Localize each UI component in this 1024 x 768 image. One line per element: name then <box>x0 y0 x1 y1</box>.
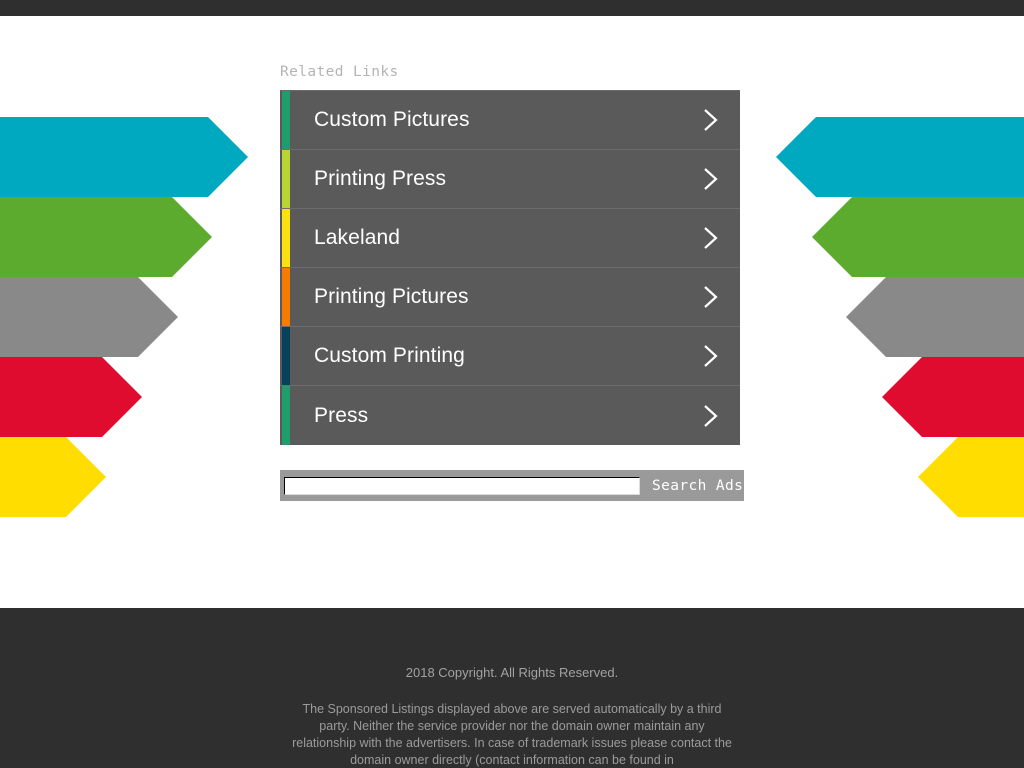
decor-band-left-3 <box>0 277 178 357</box>
chevron-right-icon <box>700 164 722 194</box>
disclaimer-text: The Sponsored Listings displayed above a… <box>292 702 732 767</box>
related-link-label: Custom Pictures <box>314 108 470 131</box>
related-links-panel: Custom Pictures Printing Press Lakeland <box>280 90 740 445</box>
related-link-label: Lakeland <box>314 226 401 249</box>
related-link-row-4[interactable]: Printing Pictures <box>280 268 740 327</box>
chevron-right-icon <box>700 223 722 253</box>
related-link-label: Custom Printing <box>314 344 465 367</box>
decor-band-right-4 <box>882 357 1024 437</box>
decor-band-right-2 <box>812 197 1024 277</box>
related-link-row-2[interactable]: Printing Press <box>280 150 740 209</box>
decor-band-right-1 <box>776 117 1024 197</box>
decor-band-right-3 <box>846 277 1024 357</box>
row-accent-bar <box>282 91 290 149</box>
chevron-right-icon <box>700 282 722 312</box>
decor-band-left-1 <box>0 117 248 197</box>
related-link-row-5[interactable]: Custom Printing <box>280 327 740 386</box>
related-link-row-6[interactable]: Press <box>280 386 740 445</box>
search-bar: Search Ads <box>280 470 744 501</box>
top-bar <box>0 0 1024 16</box>
row-accent-bar <box>282 150 290 208</box>
decor-band-left-2 <box>0 197 212 277</box>
parked-domain-page: Related Links Custom Pictures Printing P… <box>0 0 1024 768</box>
decor-band-right-5 <box>918 437 1024 517</box>
related-links-heading: Related Links <box>280 64 399 80</box>
chevron-right-icon <box>700 341 722 371</box>
search-ads-button[interactable]: Search Ads <box>652 478 743 494</box>
related-link-label: Printing Pictures <box>314 285 469 308</box>
related-link-label: Press <box>314 403 369 427</box>
copyright-text: 2018 Copyright. All Rights Reserved. <box>405 665 619 680</box>
related-link-row-3[interactable]: Lakeland <box>280 209 740 268</box>
decor-band-left-5 <box>0 437 106 517</box>
chevron-right-icon <box>700 401 722 431</box>
related-link-row-1[interactable]: Custom Pictures <box>280 91 740 150</box>
row-accent-bar <box>282 327 290 385</box>
row-accent-bar <box>282 386 290 445</box>
footer: 2018 Copyright. All Rights Reserved. The… <box>0 608 1024 768</box>
decor-band-left-4 <box>0 357 142 437</box>
search-input[interactable] <box>284 476 640 495</box>
related-link-label: Printing Press <box>314 167 447 190</box>
row-accent-bar <box>282 268 290 326</box>
row-accent-bar <box>282 209 290 267</box>
chevron-right-icon <box>700 105 722 135</box>
